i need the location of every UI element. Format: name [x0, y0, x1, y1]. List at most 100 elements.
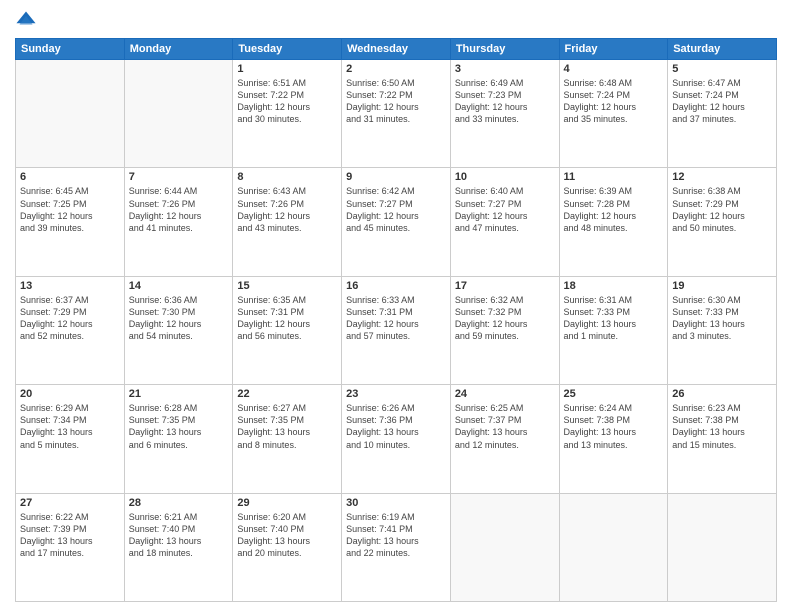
calendar-week-4: 20 Sunrise: 6:29 AM Sunset: 7:34 PM Dayli…: [16, 385, 777, 493]
day-number: 30: [346, 497, 446, 509]
calendar-week-5: 27 Sunrise: 6:22 AM Sunset: 7:39 PM Dayli…: [16, 493, 777, 601]
calendar-cell: 28Sunrise: 6:21 AM Sunset: 7:40 PM Dayli…: [124, 493, 233, 601]
day-number: 7: [129, 171, 229, 183]
calendar-cell: 15 Sunrise: 6:35 AM Sunset: 7:31 PM Dayli…: [233, 276, 342, 384]
cell-info: Sunrise: 6:49 AM Sunset: 7:23 PM Dayligh…: [455, 77, 555, 126]
day-number: 29: [237, 497, 337, 509]
cell-info: Sunrise: 6:20 AM Sunset: 7:40 PM Dayligh…: [237, 511, 337, 560]
cell-info: Sunrise: 6:39 AM Sunset: 7:28 PM Dayligh…: [564, 185, 664, 234]
day-number: 8: [237, 171, 337, 183]
day-header-sunday: Sunday: [16, 39, 125, 60]
cell-info: Sunrise: 6:29 AM Sunset: 7:34 PM Dayligh…: [20, 402, 120, 451]
calendar-cell: 7 Sunrise: 6:44 AM Sunset: 7:26 PM Daylig…: [124, 168, 233, 276]
cell-info: Sunrise: 6:43 AM Sunset: 7:26 PM Dayligh…: [237, 185, 337, 234]
cell-info: Sunrise: 6:37 AM Sunset: 7:29 PM Dayligh…: [20, 294, 120, 343]
calendar-cell: 13 Sunrise: 6:37 AM Sunset: 7:29 PM Dayli…: [16, 276, 125, 384]
calendar-cell: 17 Sunrise: 6:32 AM Sunset: 7:32 PM Dayli…: [450, 276, 559, 384]
cell-info: Sunrise: 6:50 AM Sunset: 7:22 PM Dayligh…: [346, 77, 446, 126]
page: SundayMondayTuesdayWednesdayThursdayFrid…: [0, 0, 792, 612]
calendar-cell: 22 Sunrise: 6:27 AM Sunset: 7:35 PM Dayli…: [233, 385, 342, 493]
cell-info: Sunrise: 6:44 AM Sunset: 7:26 PM Dayligh…: [129, 185, 229, 234]
calendar-cell: 24 Sunrise: 6:25 AM Sunset: 7:37 PM Dayli…: [450, 385, 559, 493]
cell-info: Sunrise: 6:30 AM Sunset: 7:33 PM Dayligh…: [672, 294, 772, 343]
calendar-cell: 29 Sunrise: 6:20 AM Sunset: 7:40 PM Dayli…: [233, 493, 342, 601]
cell-info: Sunrise: 6:35 AM Sunset: 7:31 PM Dayligh…: [237, 294, 337, 343]
logo-icon: [15, 10, 37, 32]
day-header-tuesday: Tuesday: [233, 39, 342, 60]
day-number: 26: [672, 388, 772, 400]
day-number: 6: [20, 171, 120, 183]
day-number: 22: [237, 388, 337, 400]
day-number: 21: [129, 388, 229, 400]
calendar-cell: 21 Sunrise: 6:28 AM Sunset: 7:35 PM Dayli…: [124, 385, 233, 493]
cell-info: Sunrise: 6:23 AM Sunset: 7:38 PM Dayligh…: [672, 402, 772, 451]
cell-info: Sunrise: 6:27 AM Sunset: 7:35 PM Dayligh…: [237, 402, 337, 451]
calendar-cell: 3 Sunrise: 6:49 AM Sunset: 7:23 PM Daylig…: [450, 60, 559, 168]
day-number: 1: [237, 63, 337, 75]
calendar-cell: 8 Sunrise: 6:43 AM Sunset: 7:26 PM Daylig…: [233, 168, 342, 276]
cell-info: Sunrise: 6:40 AM Sunset: 7:27 PM Dayligh…: [455, 185, 555, 234]
day-number: 19: [672, 280, 772, 292]
cell-info: Sunrise: 6:28 AM Sunset: 7:35 PM Dayligh…: [129, 402, 229, 451]
day-header-monday: Monday: [124, 39, 233, 60]
calendar-cell: 23 Sunrise: 6:26 AM Sunset: 7:36 PM Dayli…: [342, 385, 451, 493]
cell-info: Sunrise: 6:22 AM Sunset: 7:39 PM Dayligh…: [20, 511, 120, 560]
calendar-week-2: 6 Sunrise: 6:45 AM Sunset: 7:25 PM Daylig…: [16, 168, 777, 276]
header: [15, 10, 777, 32]
day-number: 5: [672, 63, 772, 75]
day-number: 27: [20, 497, 120, 509]
calendar-cell: 4Sunrise: 6:48 AM Sunset: 7:24 PM Daylig…: [559, 60, 668, 168]
cell-info: Sunrise: 6:45 AM Sunset: 7:25 PM Dayligh…: [20, 185, 120, 234]
day-number: 23: [346, 388, 446, 400]
cell-info: Sunrise: 6:32 AM Sunset: 7:32 PM Dayligh…: [455, 294, 555, 343]
cell-info: Sunrise: 6:21 AM Sunset: 7:40 PM Dayligh…: [129, 511, 229, 560]
cell-info: Sunrise: 6:42 AM Sunset: 7:27 PM Dayligh…: [346, 185, 446, 234]
calendar-cell: [559, 493, 668, 601]
day-number: 17: [455, 280, 555, 292]
day-number: 25: [564, 388, 664, 400]
cell-info: Sunrise: 6:31 AM Sunset: 7:33 PM Dayligh…: [564, 294, 664, 343]
cell-info: Sunrise: 6:38 AM Sunset: 7:29 PM Dayligh…: [672, 185, 772, 234]
cell-info: Sunrise: 6:47 AM Sunset: 7:24 PM Dayligh…: [672, 77, 772, 126]
calendar-cell: 26 Sunrise: 6:23 AM Sunset: 7:38 PM Dayli…: [668, 385, 777, 493]
calendar-cell: 11 Sunrise: 6:39 AM Sunset: 7:28 PM Dayli…: [559, 168, 668, 276]
day-number: 12: [672, 171, 772, 183]
day-number: 20: [20, 388, 120, 400]
cell-info: Sunrise: 6:24 AM Sunset: 7:38 PM Dayligh…: [564, 402, 664, 451]
calendar-cell: 25 Sunrise: 6:24 AM Sunset: 7:38 PM Dayli…: [559, 385, 668, 493]
day-number: 13: [20, 280, 120, 292]
calendar-cell: 12 Sunrise: 6:38 AM Sunset: 7:29 PM Dayli…: [668, 168, 777, 276]
calendar-cell: 2 Sunrise: 6:50 AM Sunset: 7:22 PM Daylig…: [342, 60, 451, 168]
calendar-week-3: 13 Sunrise: 6:37 AM Sunset: 7:29 PM Dayli…: [16, 276, 777, 384]
calendar-cell: 27 Sunrise: 6:22 AM Sunset: 7:39 PM Dayli…: [16, 493, 125, 601]
cell-info: Sunrise: 6:19 AM Sunset: 7:41 PM Dayligh…: [346, 511, 446, 560]
day-header-thursday: Thursday: [450, 39, 559, 60]
day-number: 4: [564, 63, 664, 75]
calendar-cell: 10Sunrise: 6:40 AM Sunset: 7:27 PM Dayli…: [450, 168, 559, 276]
day-header-saturday: Saturday: [668, 39, 777, 60]
calendar-cell: 16 Sunrise: 6:33 AM Sunset: 7:31 PM Dayli…: [342, 276, 451, 384]
calendar-table: SundayMondayTuesdayWednesdayThursdayFrid…: [15, 38, 777, 602]
day-number: 11: [564, 171, 664, 183]
day-number: 14: [129, 280, 229, 292]
day-number: 3: [455, 63, 555, 75]
cell-info: Sunrise: 6:33 AM Sunset: 7:31 PM Dayligh…: [346, 294, 446, 343]
calendar-cell: 14Sunrise: 6:36 AM Sunset: 7:30 PM Dayli…: [124, 276, 233, 384]
calendar-cell: 18Sunrise: 6:31 AM Sunset: 7:33 PM Dayli…: [559, 276, 668, 384]
day-number: 9: [346, 171, 446, 183]
day-header-friday: Friday: [559, 39, 668, 60]
day-number: 24: [455, 388, 555, 400]
calendar-cell: 6 Sunrise: 6:45 AM Sunset: 7:25 PM Daylig…: [16, 168, 125, 276]
calendar-cell: 5 Sunrise: 6:47 AM Sunset: 7:24 PM Daylig…: [668, 60, 777, 168]
day-number: 2: [346, 63, 446, 75]
cell-info: Sunrise: 6:26 AM Sunset: 7:36 PM Dayligh…: [346, 402, 446, 451]
cell-info: Sunrise: 6:25 AM Sunset: 7:37 PM Dayligh…: [455, 402, 555, 451]
calendar-header-row: SundayMondayTuesdayWednesdayThursdayFrid…: [16, 39, 777, 60]
calendar-cell: [450, 493, 559, 601]
calendar-cell: 1Sunrise: 6:51 AM Sunset: 7:22 PM Daylig…: [233, 60, 342, 168]
calendar-week-1: 1Sunrise: 6:51 AM Sunset: 7:22 PM Daylig…: [16, 60, 777, 168]
day-number: 15: [237, 280, 337, 292]
day-number: 16: [346, 280, 446, 292]
day-header-wednesday: Wednesday: [342, 39, 451, 60]
calendar-cell: [124, 60, 233, 168]
